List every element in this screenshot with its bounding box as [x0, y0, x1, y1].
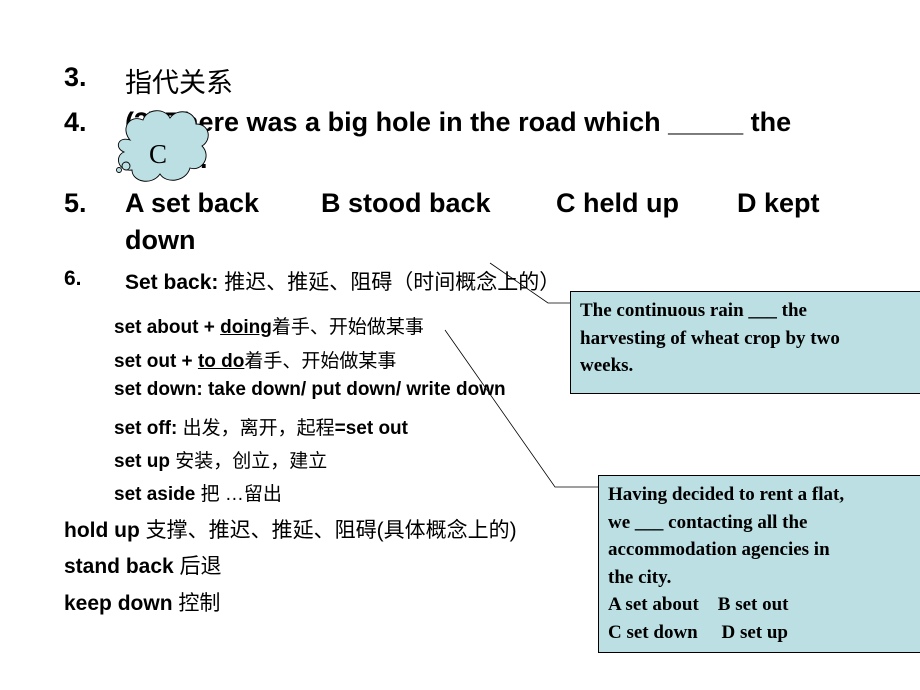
option-b: B stood back: [321, 188, 491, 218]
phrase-suffix: =set out: [334, 418, 408, 439]
phrase-meaning: 出发，离开，起程: [177, 418, 335, 439]
phrase-meaning: 支撑、推迟、推延、阻碍(具体概念上的): [139, 519, 517, 542]
answer-cloud-label: C: [148, 139, 167, 169]
phrase-term: set out +: [114, 351, 198, 372]
phrase-line: hold up 支撑、推迟、推延、阻碍(具体概念上的): [64, 514, 517, 544]
callout-line: accommodation agencies in: [608, 539, 830, 560]
item-number: 6.: [64, 267, 82, 290]
option-d-continued: down: [125, 225, 196, 255]
phrase-term: set up: [114, 451, 170, 472]
phrase-line: set about + doing着手、开始做某事: [114, 312, 424, 339]
slide: 3. 指代关系 4. (3) There was a big hole in t…: [0, 0, 920, 690]
phrase-term: hold up: [64, 519, 140, 542]
phrase-underlined: doing: [220, 317, 272, 338]
definition-term: Set back:: [125, 271, 219, 294]
phrase-term: keep down: [64, 592, 173, 615]
option-a: A set back: [125, 188, 260, 218]
callout-line: harvesting of wheat crop by two: [580, 327, 840, 349]
phrase-meaning: 着手、开始做某事: [244, 351, 397, 372]
phrase-line: set aside 把 …留出: [114, 479, 282, 506]
item-number: 4.: [64, 107, 87, 137]
phrase-term: set down: take down/ put down/ write dow…: [114, 379, 506, 400]
callout-line: we ___ contacting all the: [608, 511, 808, 533]
phrase-term: stand back: [64, 555, 174, 578]
item-number: 5.: [64, 188, 87, 218]
phrase-line: stand back 后退: [64, 550, 222, 580]
question-callout-2: Having decided to rent a flat, we ___ co…: [598, 475, 920, 653]
option-d: D kept: [737, 188, 820, 218]
phrase-underlined: to do: [197, 351, 245, 372]
phrase-meaning: 把 …留出: [195, 484, 282, 505]
phrase-term: set about +: [114, 317, 221, 338]
phrase-term: set aside: [114, 484, 196, 505]
phrase-line: set out + to do着手、开始做某事: [114, 346, 396, 373]
item-number: 3.: [64, 62, 87, 92]
phrase-term: set off:: [114, 418, 178, 439]
option-c: C held up: [556, 188, 679, 218]
definition-meaning: 推迟、推延、阻碍（时间概念上的）: [224, 271, 561, 294]
phrase-meaning: 后退: [173, 555, 222, 578]
item-text: 指代关系: [125, 68, 233, 98]
callout-line: the city.: [608, 566, 672, 588]
callout-option-line: A set about B set out: [608, 594, 789, 615]
phrase-line: set down: take down/ put down/ write dow…: [114, 379, 506, 401]
phrase-line: keep down 控制: [64, 587, 220, 617]
phrase-line: set off: 出发，离开，起程=set out: [114, 413, 408, 440]
phrase-line: set up 安装，创立，建立: [114, 446, 327, 473]
definition-line: Set back: 推迟、推延、阻碍（时间概念上的）: [125, 266, 560, 296]
question-callout-1: The continuous rain ___ the harvesting o…: [570, 291, 920, 394]
callout-option-line: C set down D set up: [608, 621, 788, 643]
callout-line: The continuous rain ___ the: [580, 300, 807, 321]
phrase-meaning: 控制: [172, 592, 221, 615]
phrase-meaning: 着手、开始做某事: [271, 317, 424, 338]
callout-line: Having decided to rent a flat,: [608, 484, 845, 505]
question-text-line1: (3) There was a big hole in the road whi…: [125, 107, 792, 137]
callout-line: weeks.: [580, 355, 634, 376]
phrase-meaning: 安装，创立，建立: [169, 451, 328, 472]
